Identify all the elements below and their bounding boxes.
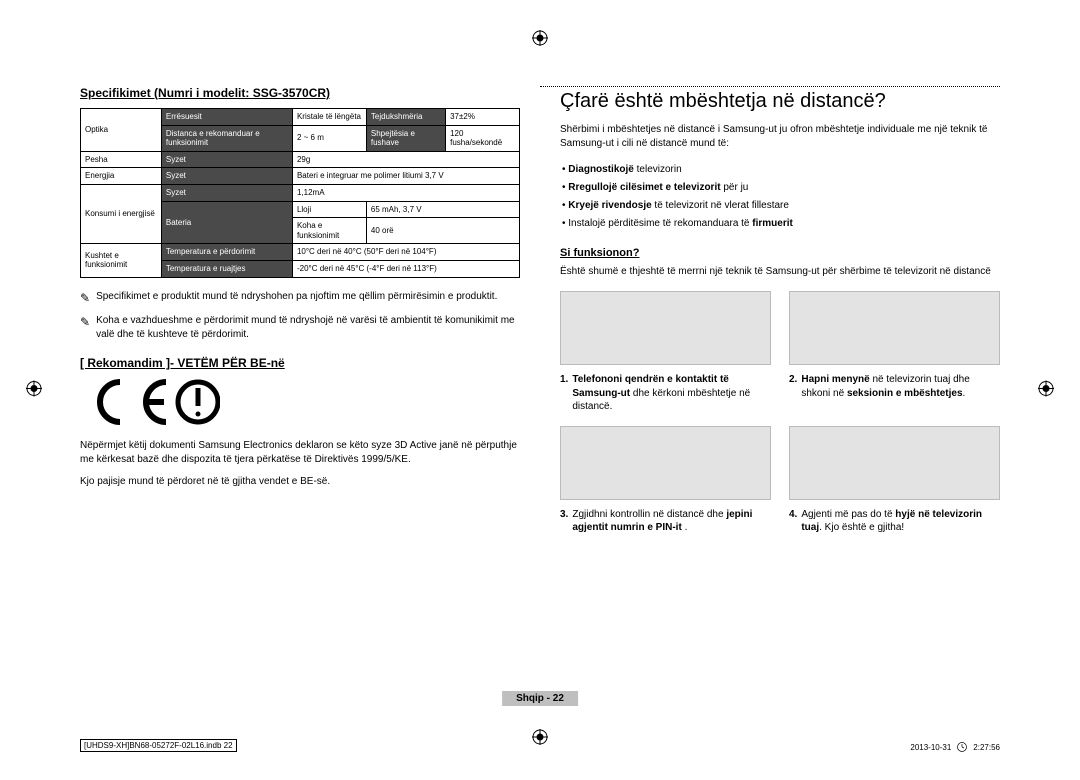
reg-mark-left <box>26 381 42 400</box>
cell: Kushtet e funksionimit <box>81 244 162 277</box>
reg-mark-bottom <box>532 729 548 748</box>
cell: Optika <box>81 109 162 152</box>
left-column: Specifikimet (Numri i modelit: SSG-3570C… <box>80 86 520 535</box>
ce-declaration-text: Nëpërmjet këtij dokumenti Samsung Electr… <box>80 439 520 467</box>
list-item: Kryejë rivendosje të televizorit në vler… <box>574 197 1000 215</box>
cell: Konsumi i energjisë <box>81 184 162 243</box>
illustration-call-support <box>560 291 771 365</box>
print-timestamp: 2013-10-31 2:27:56 <box>910 742 1000 752</box>
print-time: 2:27:56 <box>973 743 1000 752</box>
step-4: 4. Agjenti më pas do të hyjë në televizo… <box>789 508 1000 535</box>
cell: 65 mAh, 3,7 V <box>366 201 519 218</box>
cell: Syzet <box>161 151 292 168</box>
list-item: Instalojë përditësime të rekomanduara të… <box>574 215 1000 233</box>
step-text: Agjenti më pas do të hyjë në televizorin… <box>801 508 1000 535</box>
cell: Syzet <box>161 168 292 185</box>
note-text: Koha e vazhdueshme e përdorimit mund të … <box>96 314 520 342</box>
cell: 2 ~ 6 m <box>292 125 366 151</box>
reg-mark-right <box>1038 381 1054 400</box>
cell: 120 fusha/sekondë <box>446 125 520 151</box>
step-number: 2. <box>789 373 797 414</box>
clock-icon <box>957 742 967 752</box>
page-number: Shqip - 22 <box>502 691 578 706</box>
cell: Temperatura e ruajtjes <box>161 260 292 277</box>
cell: Syzet <box>161 184 292 201</box>
cell: 10°C deri në 40°C (50°F deri në 104°F) <box>292 244 519 261</box>
cell: Pesha <box>81 151 162 168</box>
reg-mark-top <box>532 30 548 49</box>
step-2: 2. Hapni menynë në televizorin tuaj dhe … <box>789 373 1000 414</box>
source-file-label: [UHDS9-XH]BN68-05272F-02L16.indb 22 <box>80 739 237 752</box>
cell: 40 orë <box>366 218 519 244</box>
step-number: 4. <box>789 508 797 535</box>
step-number: 3. <box>560 508 568 535</box>
cell: 29g <box>292 151 519 168</box>
remote-support-intro: Shërbimi i mbështetjes në distancë i Sam… <box>560 123 1000 151</box>
cell: Temperatura e përdorimit <box>161 244 292 261</box>
cell: Bateria <box>161 201 292 244</box>
cell: Bateri e integruar me polimer litiumi 3,… <box>292 168 519 185</box>
print-date: 2013-10-31 <box>910 743 951 752</box>
right-column: Çfarë është mbështetja në distancë? Shër… <box>560 86 1000 535</box>
step-number: 1. <box>560 373 568 414</box>
list-item: Diagnostikojë televizorin <box>574 161 1000 179</box>
step-3: 3. Zgjidhni kontrollin në distancë dhe j… <box>560 508 771 535</box>
cell: 1,12mA <box>292 184 519 201</box>
cell: Tejdukshmëria <box>366 109 445 126</box>
remote-support-title: Çfarë është mbështetja në distancë? <box>560 90 1000 113</box>
step-text: Telefononi qendrën e kontaktit të Samsun… <box>572 373 771 414</box>
spec-table: Optika Errësuesit Kristale të lëngëta Te… <box>80 108 520 278</box>
illustration-agent-access <box>789 426 1000 500</box>
step-text: Hapni menynë në televizorin tuaj dhe shk… <box>801 373 1000 414</box>
ce-usage-text: Kjo pajisje mund të përdoret në të gjith… <box>80 475 520 489</box>
list-item: Rregullojë cilësimet e televizorit për j… <box>574 179 1000 197</box>
how-it-works-text: Është shumë e thjeshtë të merrni një tek… <box>560 265 1000 279</box>
step-1: 1. Telefononi qendrën e kontaktit të Sam… <box>560 373 771 414</box>
note-icon: ✎ <box>80 290 90 307</box>
cell: Energjia <box>81 168 162 185</box>
cell: 37±2% <box>446 109 520 126</box>
spec-heading: Specifikimet (Numri i modelit: SSG-3570C… <box>80 86 520 100</box>
note-text: Specifikimet e produktit mund të ndrysho… <box>96 290 497 307</box>
eu-recommendation-heading: [ Rekomandim ]- VETËM PËR BE-në <box>80 356 520 370</box>
remote-capabilities-list: Diagnostikojë televizorin Rregullojë cil… <box>560 161 1000 233</box>
how-it-works-heading: Si funksionon? <box>560 247 1000 259</box>
cell: Koha e funksionimit <box>292 218 366 244</box>
cell: Kristale të lëngëta <box>292 109 366 126</box>
illustration-pin-entry <box>560 426 771 500</box>
note-icon: ✎ <box>80 314 90 342</box>
step-text: Zgjidhni kontrollin në distancë dhe jepi… <box>572 508 771 535</box>
ce-mark-icon <box>80 378 520 429</box>
cell: Lloji <box>292 201 366 218</box>
cell: -20°C deri në 45°C (-4°F deri në 113°F) <box>292 260 519 277</box>
section-divider-dotted <box>540 86 1000 87</box>
cell: Errësuesit <box>161 109 292 126</box>
illustration-tv-support-menu <box>789 291 1000 365</box>
cell: Distanca e rekomanduar e funksionimit <box>161 125 292 151</box>
cell: Shpejtësia e fushave <box>366 125 445 151</box>
